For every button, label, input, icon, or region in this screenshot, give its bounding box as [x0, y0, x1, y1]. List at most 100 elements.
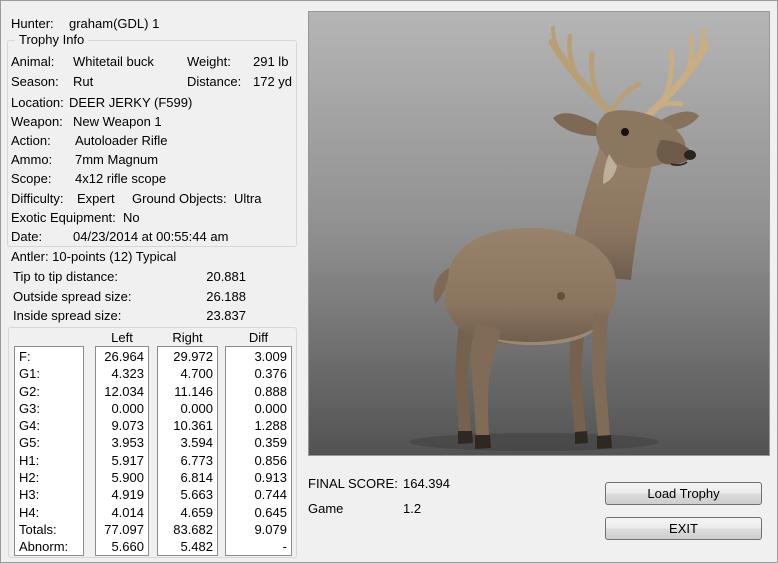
hunter-label: Hunter:: [11, 16, 54, 31]
measure-right-value: 6.814: [180, 470, 213, 486]
measure-diff-value: 0.913: [254, 470, 287, 486]
measure-row-label: G1:: [19, 366, 40, 382]
measure-right-value: 29.972: [173, 349, 213, 364]
measure-left-value: 9.073: [111, 418, 144, 434]
location-label: Location:: [11, 95, 64, 110]
measure-right-value: 3.594: [180, 435, 213, 451]
measure-row-label: Abnorm:: [19, 539, 69, 555]
measure-right-value: 5.482: [180, 539, 213, 555]
tip-to-tip-value: 20.881: [206, 269, 246, 284]
measure-row-label: H4:: [19, 504, 40, 520]
measure-left-value: 4.919: [111, 487, 144, 503]
season-value: Rut: [73, 74, 94, 89]
measure-diff-listbox[interactable]: 3.009 0.376 0.888 0.000 1.288 0.359 0.85…: [225, 346, 292, 556]
measure-labels-listbox[interactable]: F: G1: G2: G3: G4: G5: H1: H2: H3: H4: T…: [14, 346, 84, 556]
animal-label: Animal:: [11, 54, 55, 69]
measure-diff-value: 0.856: [254, 452, 287, 468]
measure-right-value: 6.773: [180, 452, 213, 468]
measure-left-value: 12.034: [104, 383, 144, 399]
measure-left-value: 0.000: [111, 400, 144, 416]
weight-value: 291 lb: [253, 54, 289, 69]
measure-left-value: 5.917: [111, 452, 144, 468]
season-label: Season:: [11, 74, 59, 89]
measure-diff-value: 1.288: [254, 418, 287, 434]
measure-left-value: 3.953: [111, 435, 144, 451]
measure-right-listbox[interactable]: 29.972 4.700 11.146 0.000 10.361 3.594 6…: [157, 346, 218, 556]
weight-label: Weight:: [187, 54, 231, 69]
measure-row-label: G3:: [19, 400, 40, 416]
outside-spread-value: 26.188: [206, 289, 246, 304]
measure-left-value: 77.097: [104, 521, 144, 537]
game-version-label: Game: [308, 501, 344, 516]
weapon-value: New Weapon 1: [73, 114, 162, 129]
exotic-equipment-value: No: [123, 210, 140, 225]
hunter-value: graham(GDL) 1: [69, 16, 160, 31]
ammo-value: 7mm Magnum: [75, 152, 159, 167]
action-label: Action:: [11, 133, 51, 148]
trophy-info-group-title: Trophy Info: [15, 32, 89, 47]
final-score-value: 164.394: [403, 476, 450, 491]
outside-spread-label: Outside spread size:: [13, 289, 132, 304]
measure-left-value: 4.014: [111, 504, 144, 520]
exit-button[interactable]: EXIT: [605, 517, 762, 540]
measure-right-value: 4.659: [180, 504, 213, 520]
measure-row-label: H2:: [19, 470, 40, 486]
measure-right-value: 4.700: [180, 366, 213, 382]
measure-diff-value: 9.079: [254, 521, 287, 537]
measure-diff-value: 0.888: [254, 383, 287, 399]
measure-diff-value: 0.744: [254, 487, 287, 503]
measure-row-label: H1:: [19, 452, 40, 468]
measure-row-label: G5:: [19, 435, 40, 451]
measurements-groupbox: Left Right Diff F: G1: G2: G3: G4: G5: H…: [8, 327, 297, 558]
difficulty-label: Difficulty:: [11, 191, 64, 206]
measure-right-value: 83.682: [173, 521, 213, 537]
trophy-3d-viewer[interactable]: [308, 11, 770, 456]
final-score-label: FINAL SCORE:: [308, 476, 398, 491]
exotic-equipment-label: Exotic Equipment:: [11, 210, 116, 225]
distance-label: Distance:: [187, 74, 242, 89]
inside-spread-value: 23.837: [206, 308, 246, 323]
measure-right-value: 0.000: [180, 400, 213, 416]
scope-label: Scope:: [11, 171, 52, 186]
ground-objects-value: Ultra: [234, 191, 262, 206]
game-version-value: 1.2: [403, 501, 422, 516]
measure-left-value: 26.964: [104, 349, 144, 364]
column-header-diff: Diff: [248, 330, 269, 345]
action-value: Autoloader Rifle: [75, 133, 168, 148]
measure-row-label: G2:: [19, 383, 40, 399]
animal-value: Whitetail buck: [73, 54, 154, 69]
scope-value: 4x12 rifle scope: [75, 171, 167, 186]
column-header-left: Left: [111, 330, 133, 345]
ammo-label: Ammo:: [11, 152, 53, 167]
trophy-info-window: Hunter: graham(GDL) 1 Trophy Info Animal…: [0, 0, 778, 563]
measure-diff-value: 3.009: [254, 349, 287, 364]
measure-right-value: 5.663: [180, 487, 213, 503]
measure-row-label: F:: [19, 349, 31, 364]
measure-diff-value: 0.000: [254, 400, 287, 416]
location-value: DEER JERKY (F599): [69, 95, 193, 110]
measure-diff-value: 0.376: [254, 366, 287, 382]
measure-row-label: H3:: [19, 487, 40, 503]
date-value: 04/23/2014 at 00:55:44 am: [73, 229, 229, 244]
measure-right-value: 11.146: [174, 383, 213, 399]
measure-diff-value: 0.359: [254, 435, 287, 451]
antler-summary: Antler: 10-points (12) Typical: [11, 249, 177, 264]
difficulty-value: Expert: [77, 191, 115, 206]
inside-spread-label: Inside spread size:: [13, 308, 122, 323]
distance-value: 172 yd: [253, 74, 293, 89]
weapon-label: Weapon:: [11, 114, 63, 129]
measure-diff-value: -: [282, 539, 287, 555]
measure-left-value: 5.660: [111, 539, 144, 555]
date-label: Date:: [11, 229, 43, 244]
measure-right-value: 10.361: [173, 418, 213, 434]
tip-to-tip-label: Tip to tip distance:: [13, 269, 119, 284]
measure-left-value: 5.900: [111, 470, 144, 486]
measure-row-label: Totals:: [19, 521, 57, 537]
load-trophy-button[interactable]: Load Trophy: [605, 482, 762, 505]
column-header-right: Right: [172, 330, 203, 345]
measure-diff-value: 0.645: [254, 504, 287, 520]
measure-left-listbox[interactable]: 26.964 4.323 12.034 0.000 9.073 3.953 5.…: [95, 346, 149, 556]
ground-objects-label: Ground Objects:: [132, 191, 227, 206]
measure-row-label: G4:: [19, 418, 40, 434]
whitetail-buck-render: [309, 12, 769, 455]
